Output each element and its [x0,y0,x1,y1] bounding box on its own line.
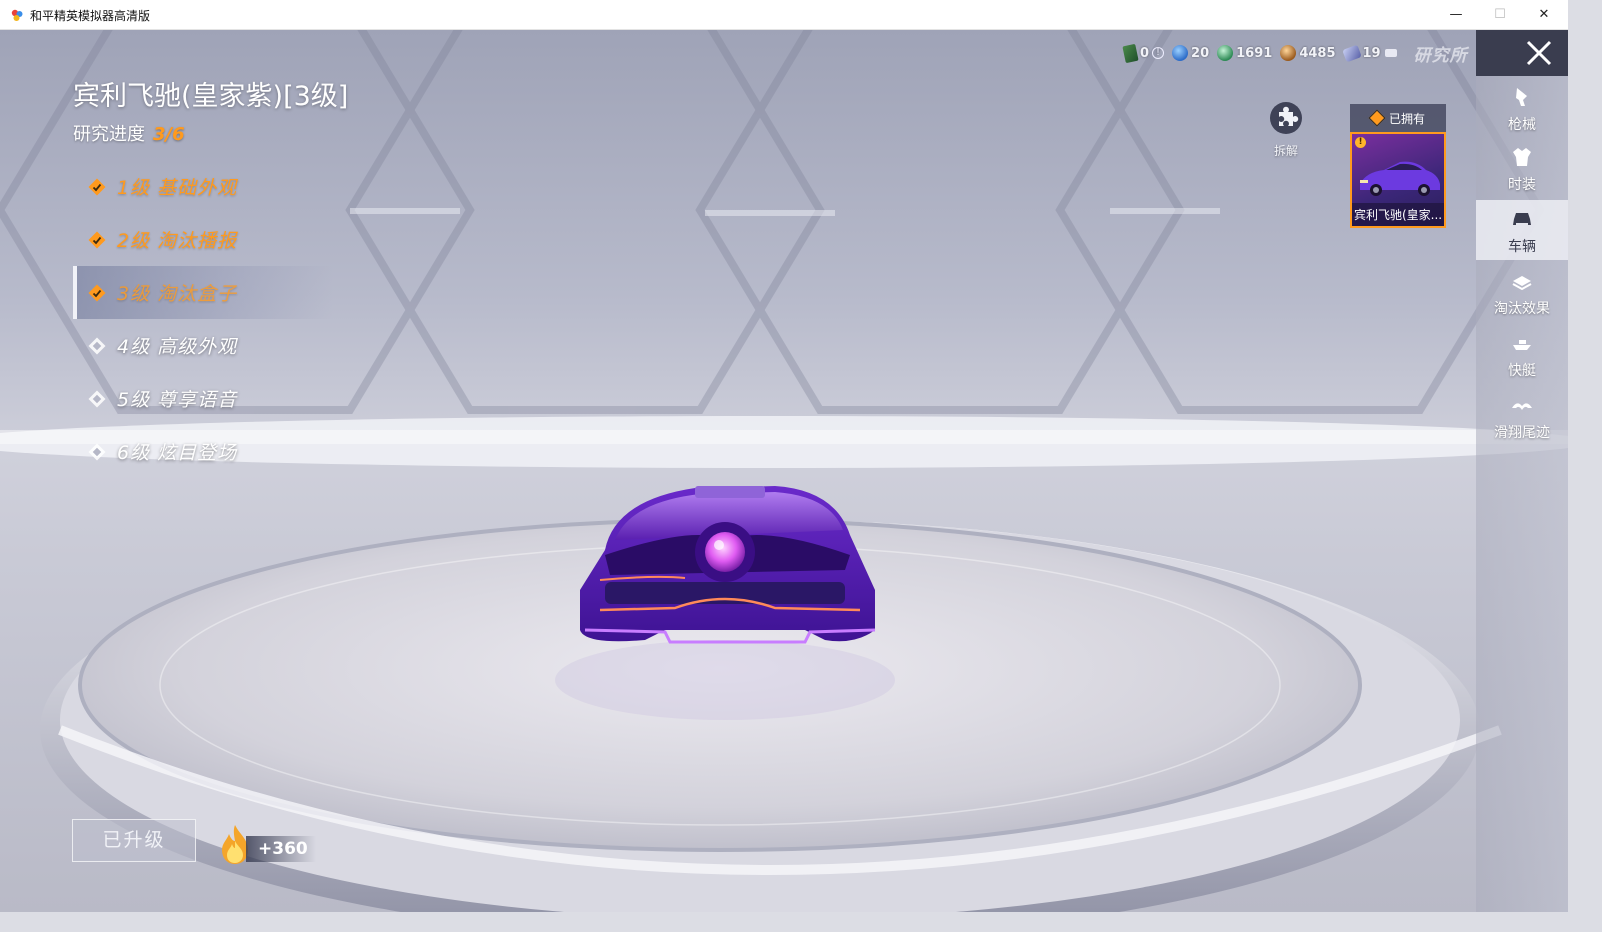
currency-value: 1691 [1236,45,1273,61]
research-progress: 研究进度 3/6 [73,120,185,146]
disassemble-label: 拆解 [1273,144,1298,158]
info-icon: ! [1152,47,1165,59]
currency-value: 20 [1191,45,1210,61]
level-label: 5级 尊享语音 [117,389,238,411]
sidebar-item-guns[interactable]: 枪械 [1476,78,1568,138]
owned-item-card[interactable]: 已拥有 ! 宾利飞驰(皇家... [1350,104,1446,228]
ticket-icon [1341,44,1362,62]
puzzle-icon [1270,102,1302,134]
sidebar-label: 车辆 [1508,239,1536,255]
maximize-button[interactable]: ☐ [1478,0,1522,30]
level-list: 1级 基础外观 2级 淘汰播报 3级 淘汰盒子 4级 高级外观 5级 尊享语音 … [73,160,333,478]
owned-diamond-icon [1368,109,1386,127]
diamond-check-icon [88,284,106,301]
currency-ticket[interactable]: 19 [1341,44,1398,62]
level-item-3[interactable]: 3级 淘汰盒子 [73,266,333,319]
car-image [1360,161,1440,196]
sidebar-item-speedboats[interactable]: 快艇 [1476,324,1568,384]
bronze-coin-icon [1280,45,1297,61]
elimination-icon [1512,276,1532,291]
window-titlebar: 和平精英模拟器高清版 — ☐ ✕ [0,0,1568,30]
diamond-check-icon [88,178,106,195]
flame-amount: +360 [246,836,316,862]
minimize-button[interactable]: — [1434,0,1478,30]
level-item-4[interactable]: 4级 高级外观 [73,319,333,372]
close-icon [1526,40,1552,66]
vehicle-icon [1513,213,1531,225]
level-label: 4级 高级外观 [117,336,238,358]
progress-value: 3/6 [153,124,185,145]
sidebar-label: 淘汰效果 [1494,301,1550,317]
disassemble-button[interactable]: 拆解 [1266,100,1306,159]
category-sidebar: 枪械 时装 车辆 淘汰效果 快艇 滑翔尾迹 [1476,30,1568,912]
game-viewport: 0 ! 20 1691 4485 19 研究所 宾利飞驰(皇家紫)[3级] 研究… [0,30,1568,912]
sidebar-label: 时装 [1508,177,1536,193]
sidebar-item-outfits[interactable]: 时装 [1476,138,1568,198]
car-thumbnail[interactable]: ! 宾利飞驰(皇家... [1350,132,1446,228]
currency-value: 19 [1362,45,1381,61]
owned-tag: 已拥有 [1350,104,1446,132]
window-title: 和平精英模拟器高清版 [30,9,151,23]
level-label: 1级 基础外观 [117,177,238,199]
close-button[interactable] [1476,30,1568,76]
level-label: 3级 淘汰盒子 [117,283,238,305]
level-item-5[interactable]: 5级 尊享语音 [73,372,333,425]
sidebar-item-vehicles[interactable]: 车辆 [1476,200,1568,260]
sidebar-item-glider-trails[interactable]: 滑翔尾迹 [1476,386,1568,446]
section-label: 研究所 [1413,45,1468,66]
progress-label: 研究进度 [73,124,145,145]
gun-icon [1516,88,1527,106]
owned-tag-label: 已拥有 [1388,111,1425,126]
sidebar-label: 枪械 [1508,117,1536,133]
sidebar-item-elimination-effects[interactable]: 淘汰效果 [1476,262,1568,322]
alert-badge: ! [1355,137,1366,148]
upgraded-button[interactable]: 已升级 [72,819,196,862]
currency-emerald[interactable]: 1691 [1217,45,1272,61]
level-label: 2级 淘汰播报 [117,230,238,252]
emerald-coin-icon [1217,45,1234,61]
level-item-1[interactable]: 1级 基础外观 [73,160,333,213]
sidebar-label: 滑翔尾迹 [1494,425,1550,441]
card-icon [1122,43,1139,63]
window-close-button[interactable]: ✕ [1522,0,1566,30]
currency-bronze[interactable]: 4485 [1280,45,1336,61]
car-name: 宾利飞驰(皇家... [1352,203,1444,226]
elimination-box-model [580,486,876,644]
app-icon [11,9,23,21]
level-label: 6级 炫目登场 [117,442,238,464]
currency-value: 4485 [1299,45,1336,61]
currency-value: 0 [1140,45,1150,61]
glider-trail-icon [1512,403,1532,410]
diamond-locked-icon [88,337,106,354]
level-item-2[interactable]: 2级 淘汰播报 [73,213,333,266]
currency-bar: 0 ! 20 1691 4485 19 研究所 [1122,42,1468,66]
currency-globe[interactable]: 20 [1172,45,1209,61]
diamond-check-icon [88,231,106,248]
outfit-icon [1513,148,1531,166]
item-title: 宾利飞驰(皇家紫)[3级] [73,81,349,112]
sidebar-label: 快艇 [1508,363,1536,379]
globe-coin-icon [1172,45,1189,61]
currency-cards[interactable]: 0 ! [1122,43,1165,63]
diamond-locked-icon [88,390,106,407]
ticket-small-icon [1384,49,1397,57]
diamond-locked-icon [88,443,106,460]
speedboat-icon [1513,340,1531,350]
level-item-6[interactable]: 6级 炫目登场 [73,425,333,478]
